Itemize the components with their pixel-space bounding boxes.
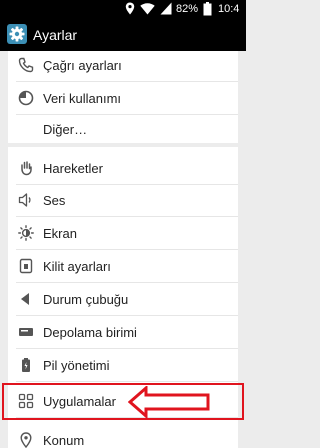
settings-item-label: Ses bbox=[43, 193, 66, 208]
settings-item-sound[interactable]: Ses bbox=[8, 184, 238, 217]
settings-item-label: Durum çubuğu bbox=[43, 292, 129, 307]
settings-item-call-settings[interactable]: Çağrı ayarları bbox=[8, 49, 238, 82]
settings-item-label: Ekran bbox=[43, 226, 77, 241]
settings-item-battery[interactable]: Pil yönetimi bbox=[8, 349, 238, 382]
gear-icon bbox=[9, 26, 25, 42]
settings-item-storage[interactable]: Depolama birimi bbox=[8, 316, 238, 349]
signal-icon bbox=[160, 2, 172, 15]
battery-icon bbox=[203, 2, 212, 16]
settings-item-more[interactable]: Diğer… bbox=[8, 113, 238, 146]
settings-item-label: Konum bbox=[43, 433, 85, 448]
phone-icon bbox=[18, 57, 34, 73]
divider bbox=[16, 381, 238, 382]
battery-icon bbox=[22, 358, 30, 372]
settings-item-gestures[interactable]: Hareketler bbox=[8, 152, 238, 185]
settings-item-label: Kilit ayarları bbox=[43, 259, 111, 274]
action-bar: Ayarlar bbox=[0, 18, 246, 51]
data-usage-icon bbox=[18, 90, 34, 106]
settings-item-data-usage[interactable]: Veri kullanımı bbox=[8, 82, 238, 115]
settings-item-label: Depolama birimi bbox=[43, 325, 137, 340]
hand-icon bbox=[21, 161, 32, 176]
status-bar-icon bbox=[21, 293, 29, 305]
settings-item-display[interactable]: Ekran bbox=[8, 217, 238, 250]
settings-item-label: Hareketler bbox=[43, 161, 103, 176]
settings-item-lock-settings[interactable]: Kilit ayarları bbox=[8, 250, 238, 283]
pointer-arrow-icon bbox=[128, 386, 210, 418]
settings-item-label: Veri kullanımı bbox=[43, 91, 122, 106]
speaker-icon bbox=[18, 193, 31, 207]
battery-percent: 82% bbox=[176, 3, 199, 15]
settings-section-1: Çağrı ayarları Veri kullanımı Diğer… bbox=[8, 51, 238, 143]
brightness-icon bbox=[18, 225, 34, 241]
lock-icon bbox=[19, 258, 33, 274]
settings-item-label: Diğer… bbox=[43, 122, 88, 137]
clock: 10:4 bbox=[218, 3, 240, 15]
storage-icon bbox=[19, 328, 33, 336]
page-title: Ayarlar bbox=[33, 27, 78, 43]
location-icon bbox=[125, 2, 135, 15]
settings-item-label: Pil yönetimi bbox=[43, 358, 110, 373]
status-bar: 82% 10:4 bbox=[0, 0, 246, 18]
settings-item-label: Çağrı ayarları bbox=[43, 58, 122, 73]
wifi-icon bbox=[140, 3, 155, 15]
settings-item-location[interactable]: Konum bbox=[8, 424, 238, 448]
location-icon bbox=[20, 432, 32, 448]
settings-item-status-bar[interactable]: Durum çubuğu bbox=[8, 283, 238, 316]
settings-app-icon[interactable] bbox=[7, 24, 27, 44]
